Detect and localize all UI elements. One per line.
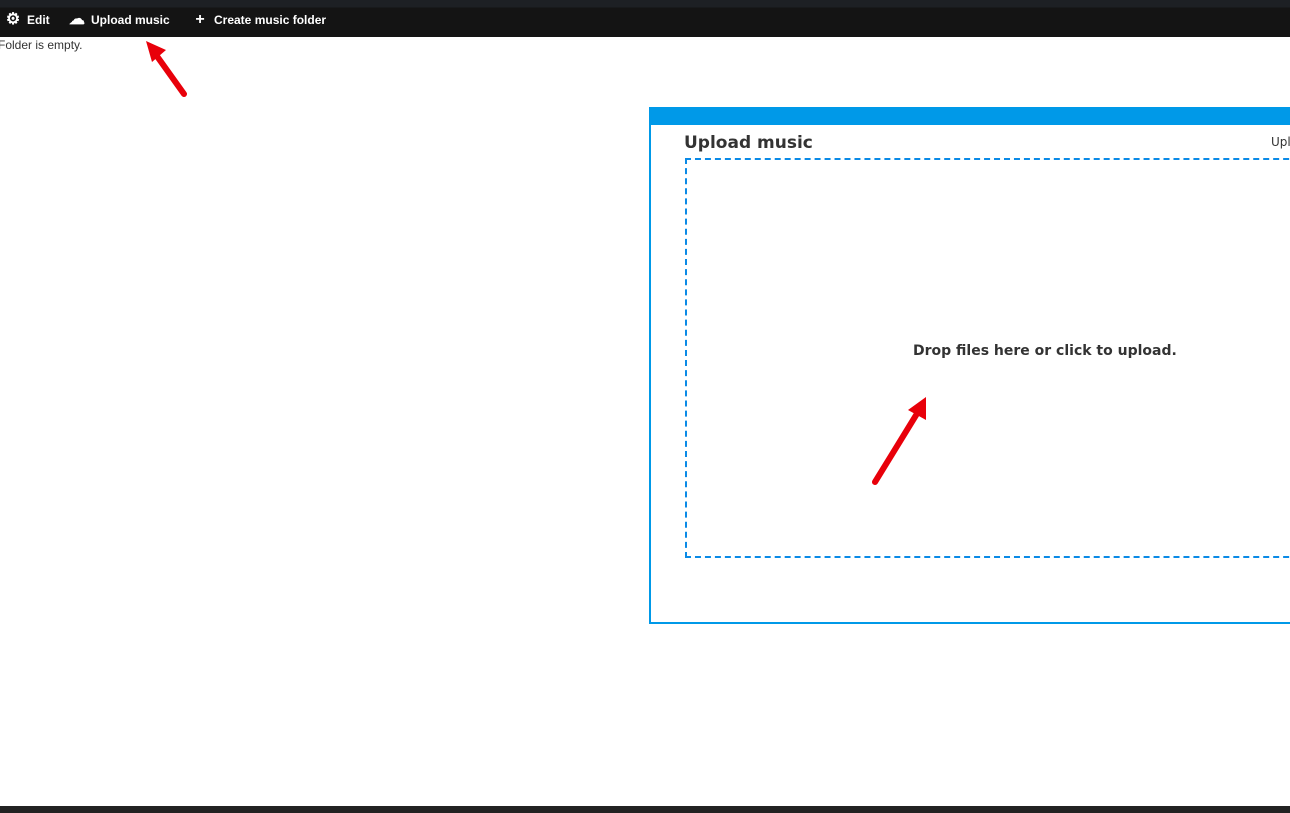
upload-music-button[interactable]: ☁ Upload music: [68, 11, 170, 28]
upload-panel: Upload music Upl Drop files here or clic…: [649, 107, 1290, 624]
gear-icon: ⚙: [5, 11, 21, 28]
create-music-folder-button[interactable]: + Create music folder: [191, 11, 326, 28]
folder-empty-message: Folder is empty.: [0, 38, 83, 52]
toolbar: ⚙ Edit ☁ Upload music + Create music fol…: [0, 0, 1290, 37]
dropzone[interactable]: Drop files here or click to upload.: [685, 158, 1290, 558]
plus-icon: +: [195, 11, 205, 28]
cloud-upload-icon: ☁: [69, 11, 85, 28]
dropzone-text: Drop files here or click to upload.: [913, 343, 1177, 359]
upload-panel-title: Upload music: [684, 133, 813, 153]
upload-panel-right-text: Upl: [1271, 135, 1290, 149]
edit-button[interactable]: ⚙ Edit: [4, 11, 50, 28]
bottom-bar: [0, 806, 1290, 813]
annotation-arrow-toolbar: [146, 41, 187, 97]
